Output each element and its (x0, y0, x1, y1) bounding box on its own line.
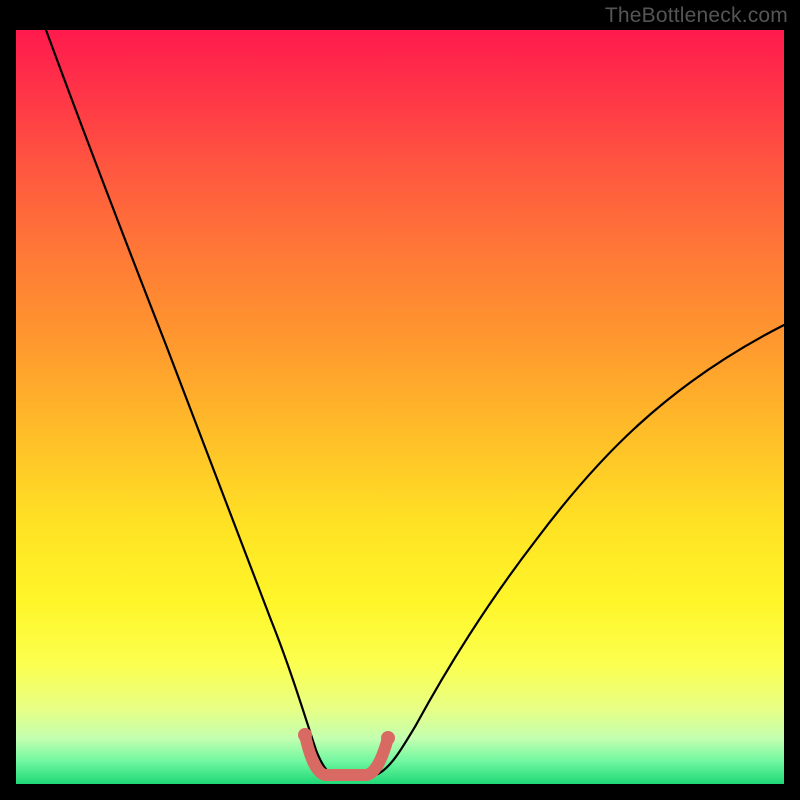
bottleneck-curve (46, 30, 784, 778)
chart-frame: TheBottleneck.com (0, 0, 800, 800)
watermark-text: TheBottleneck.com (605, 4, 788, 28)
trough-end-right (381, 731, 395, 745)
plot-area (16, 30, 784, 784)
chart-svg (16, 30, 784, 784)
trough-end-left (298, 728, 312, 742)
